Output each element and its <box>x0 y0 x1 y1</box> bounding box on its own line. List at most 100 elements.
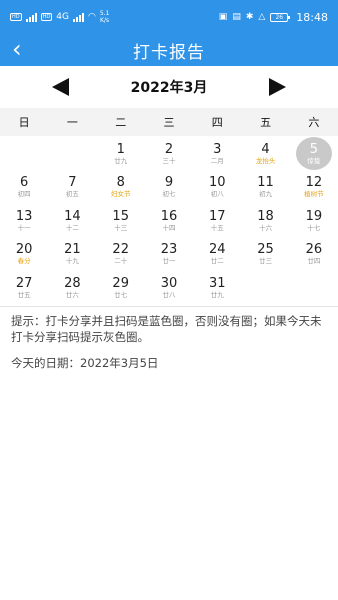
day-wrapper: 3 二月 <box>199 137 235 170</box>
lunar-date: 初五 <box>65 190 79 199</box>
day-wrapper: 14 十二 <box>54 204 90 237</box>
calendar-day[interactable]: 18 十六 <box>241 204 289 238</box>
calendar-day[interactable]: 4 龙抬头 <box>241 137 289 171</box>
app-bar: ‹ 打卡报告 <box>0 34 338 66</box>
lunar-date: 十一 <box>17 223 31 232</box>
weekday-wed: 三 <box>163 116 175 129</box>
lunar-date: 廿四 <box>307 257 321 266</box>
calendar-day[interactable]: 14 十二 <box>48 204 96 238</box>
calendar-day[interactable]: 7 初五 <box>48 171 96 205</box>
day-number: 16 <box>160 208 178 224</box>
calendar-day[interactable]: 19 十七 <box>290 204 338 238</box>
day-wrapper: 24 廿二 <box>199 238 235 271</box>
calendar-day[interactable]: 15 十三 <box>97 204 145 238</box>
lunar-date: 廿七 <box>114 290 128 299</box>
hd-badge-2: HD <box>40 13 53 21</box>
calendar-day[interactable]: 30 廿八 <box>145 271 193 305</box>
next-month-arrow-icon[interactable] <box>269 78 286 96</box>
day-wrapper: 25 廿三 <box>248 238 284 271</box>
day-number: 18 <box>257 208 274 224</box>
day-number: 4 <box>261 141 270 157</box>
day-wrapper: 22 二十 <box>103 238 139 271</box>
calendar-day[interactable]: 23 廿一 <box>145 238 193 272</box>
prev-month-arrow-icon[interactable] <box>52 78 69 96</box>
calendar-day[interactable]: 24 廿二 <box>193 238 241 272</box>
calendar-day[interactable]: 28 廿六 <box>48 271 96 305</box>
day-wrapper: 15 十三 <box>103 204 139 237</box>
day-wrapper: 19 十七 <box>296 204 332 237</box>
speed-unit: K/s <box>100 17 110 24</box>
calendar-day[interactable]: 9 初七 <box>145 171 193 205</box>
calendar-day[interactable]: 3 二月 <box>193 137 241 171</box>
day-number: 28 <box>64 275 81 291</box>
festival-label: 妇女节 <box>110 190 131 199</box>
signal-icon <box>25 12 37 22</box>
lunar-date: 二月 <box>210 156 224 165</box>
calendar-day[interactable]: 2 三十 <box>145 137 193 171</box>
calendar-day[interactable]: 27 廿五 <box>0 271 48 305</box>
day-number: 7 <box>68 175 77 191</box>
calendar-day[interactable]: 12 植树节 <box>290 171 338 205</box>
calendar-day[interactable]: 13 十一 <box>0 204 48 238</box>
calendar-day-today[interactable]: 5 惊蛰 <box>290 137 338 171</box>
calendar-day[interactable]: 29 廿七 <box>97 271 145 305</box>
weekday-tue: 二 <box>115 116 127 129</box>
calendar-day[interactable]: 16 十四 <box>145 204 193 238</box>
calendar-day[interactable]: 20 春分 <box>0 238 48 272</box>
day-wrapper: 27 廿五 <box>6 271 42 304</box>
day-wrapper: 7 初五 <box>54 171 90 204</box>
calendar-day[interactable]: 6 初四 <box>0 171 48 205</box>
lunar-date: 十二 <box>65 223 79 232</box>
day-wrapper: 11 初九 <box>248 171 284 204</box>
lunar-date: 二十 <box>114 257 128 266</box>
weekday-thu: 四 <box>211 116 223 129</box>
page-title: 打卡报告 <box>133 42 205 63</box>
day-wrapper: 17 十五 <box>199 204 235 237</box>
day-wrapper: 10 初八 <box>199 171 235 204</box>
day-wrapper <box>6 137 42 170</box>
today-date-text: 今天的日期：2022年3月5日 <box>11 355 159 370</box>
day-number: 14 <box>64 208 81 224</box>
lunar-date: 廿八 <box>162 290 176 299</box>
calendar-day[interactable]: 10 初八 <box>193 171 241 205</box>
day-number: 2 <box>164 141 174 157</box>
back-chevron-icon[interactable]: ‹ <box>12 37 22 61</box>
calendar-day[interactable]: 11 初九 <box>241 171 289 205</box>
lunar-date: 初九 <box>259 190 273 199</box>
day-wrapper: 18 十六 <box>248 204 284 237</box>
calendar-day[interactable]: 26 廿四 <box>290 238 338 272</box>
calendar-day[interactable]: 22 二十 <box>97 238 145 272</box>
bluetooth-icon: ✱ <box>245 12 254 22</box>
day-number: 3 <box>213 141 222 157</box>
day-wrapper: 28 廿六 <box>54 271 90 304</box>
day-wrapper: 26 廿四 <box>296 238 332 271</box>
day-wrapper: 12 植树节 <box>296 171 332 204</box>
month-navigator: 2022年3月 <box>0 66 338 108</box>
calendar-empty-cell <box>48 137 96 171</box>
festival-label: 春分 <box>17 257 31 266</box>
status-bar-left: HD HD 4G ◠ 5.1 K/s <box>10 10 109 24</box>
day-number: 22 <box>112 242 129 258</box>
nfc-icon: ▣ <box>218 12 228 22</box>
calendar-day[interactable]: 21 十九 <box>48 238 96 272</box>
weekday-mon: 一 <box>66 116 78 129</box>
weekday-header: 日 一 二 三 四 五 六 <box>0 108 338 136</box>
day-wrapper: 13 十一 <box>6 204 42 237</box>
calendar-day[interactable]: 25 廿三 <box>241 238 289 272</box>
day-wrapper: 29 廿七 <box>103 271 139 304</box>
calendar-day[interactable]: 31 廿九 <box>193 271 241 305</box>
lunar-date: 十九 <box>65 257 79 266</box>
status-bar: HD HD 4G ◠ 5.1 K/s ▣ ▤ ✱ △ 26 18:48 <box>0 0 338 34</box>
calendar-day[interactable]: 17 十五 <box>193 204 241 238</box>
calendar-day[interactable]: 1 廿九 <box>97 137 145 171</box>
day-number: 1 <box>116 141 125 157</box>
day-number: 11 <box>257 175 274 191</box>
month-label: 2022年3月 <box>130 80 208 96</box>
speed-value: 5.1 <box>99 10 110 17</box>
festival-label: 植树节 <box>304 190 324 199</box>
lunar-date: 廿五 <box>17 290 31 299</box>
lunar-date: 廿一 <box>162 257 176 266</box>
day-number: 27 <box>15 275 33 291</box>
vibrate-icon: ▤ <box>232 12 241 22</box>
calendar-day[interactable]: 8 妇女节 <box>97 171 145 205</box>
